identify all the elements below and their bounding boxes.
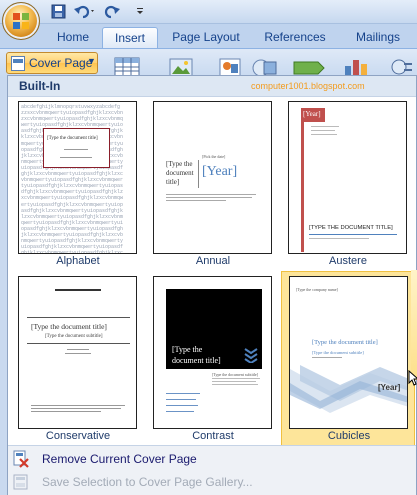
contrast-thumbnail: [Type the document title] [Type the docu…: [153, 276, 272, 429]
conservative-text-line: [65, 353, 91, 354]
cubicles-thumbnail: [Type the company name] [Type the docume…: [289, 276, 408, 429]
annual-text-line: [166, 197, 252, 198]
alphabet-title-box: [Type the document title]: [43, 128, 110, 168]
austere-side-bar: [301, 122, 304, 252]
annual-title-line-2: document: [166, 169, 194, 177]
cubicles-year-text: [Year]: [378, 383, 401, 392]
gallery-footer-menu: Remove Current Cover Page Save Selection…: [8, 445, 416, 495]
annual-title-line-1: [Type the: [166, 160, 193, 168]
cover-option-label: Alphabet: [56, 255, 100, 267]
cubicles-subtitle-text: [Type the document subtitle]: [312, 350, 364, 355]
austere-thumbnail: [Year] [TYPE THE DOCUMENT TITLE]: [288, 101, 407, 254]
alphabet-texture: abcdefghijklmnopqrstuvwxyzabcdefg zzsxcv…: [21, 104, 124, 254]
mouse-cursor-icon: [408, 370, 417, 386]
conservative-text-line: [31, 411, 101, 412]
cover-option-austere[interactable]: [Year] [TYPE THE DOCUMENT TITLE] Austere: [285, 98, 411, 270]
contrast-title-line-2: document title]: [172, 356, 221, 365]
conservative-subtitle-text: [Type the document subtitle]: [45, 334, 103, 339]
annual-date-text: [Pick the date]: [202, 154, 226, 159]
annual-divider: [198, 160, 199, 188]
tab-insert[interactable]: Insert: [102, 27, 158, 48]
gallery-section-title: Built-In: [19, 79, 61, 93]
contrast-text-line: [166, 405, 198, 406]
save-to-gallery-icon: [13, 474, 28, 490]
cover-option-label: Contrast: [192, 430, 234, 442]
watermark-text: computer1001.blogspot.com: [251, 81, 365, 91]
contrast-text-line: [166, 399, 196, 400]
cover-page-button[interactable]: Cover Page ▼: [6, 52, 98, 74]
conservative-text-line: [67, 349, 89, 350]
austere-text-line: [311, 126, 339, 127]
cover-option-cubicles[interactable]: [Type the company name] [Type the docume…: [281, 271, 415, 447]
annual-thumbnail: [Pick the date] [Type the document title…: [153, 101, 272, 254]
austere-text-line: [309, 238, 369, 239]
remove-cover-page-label: Remove Current Cover Page: [42, 452, 197, 466]
contrast-text-line: [212, 378, 260, 379]
conservative-text-line: [31, 408, 121, 409]
save-icon[interactable]: [50, 3, 68, 20]
annual-title-line-3: title]: [166, 178, 180, 186]
cover-page-label: Cover Page: [29, 56, 93, 70]
conservative-rule: [27, 343, 130, 344]
tab-page-layout[interactable]: Page Layout: [166, 27, 246, 48]
cover-option-contrast[interactable]: [Type the document title] [Type the docu…: [150, 273, 276, 445]
tab-mailings[interactable]: Mailings: [342, 27, 414, 48]
annual-text-line: [166, 200, 226, 201]
cover-option-alphabet[interactable]: abcdefghijklmnopqrstuvwxyzabcdefg zzsxcv…: [15, 98, 141, 270]
contrast-black-block: [Type the document title]: [166, 289, 262, 369]
alphabet-title-text: [Type the document title]: [47, 136, 98, 141]
alphabet-rule: [64, 149, 88, 150]
cover-option-label: Cubicles: [327, 430, 371, 442]
conservative-rule: [27, 317, 130, 318]
tab-home[interactable]: Home: [50, 27, 96, 48]
contrast-text-line: [212, 384, 258, 385]
cubicles-company-text: [Type the company name]: [296, 287, 338, 292]
remove-page-icon: [13, 450, 29, 468]
contrast-text-line: [166, 393, 200, 394]
redo-icon[interactable]: [104, 3, 122, 20]
cover-option-label: Austere: [329, 255, 367, 267]
conservative-title-text: [Type the document title]: [31, 322, 107, 331]
dropdown-arrow-icon: ▼: [87, 56, 96, 66]
tab-references[interactable]: References: [256, 27, 334, 48]
austere-accent-line: [309, 234, 397, 235]
chevrons-icon: [244, 348, 258, 363]
contrast-text-line: [212, 381, 256, 382]
cubicles-text-line: [312, 357, 342, 358]
cover-option-conservative[interactable]: [Type the document title] [Type the docu…: [15, 273, 141, 445]
cover-option-annual[interactable]: [Pick the date] [Type the document title…: [150, 98, 276, 270]
annual-year-text: [Year]: [202, 164, 238, 179]
conservative-company-line: [55, 289, 101, 291]
cover-option-label: Conservative: [45, 430, 111, 442]
remove-cover-page-item[interactable]: Remove Current Cover Page: [8, 447, 416, 471]
austere-year-text: [Year]: [303, 110, 321, 118]
save-selection-item[interactable]: Save Selection to Cover Page Gallery...: [8, 470, 416, 494]
conservative-thumbnail: [Type the document title] [Type the docu…: [18, 276, 137, 429]
cover-page-icon: [11, 56, 25, 71]
ribbon-tab-bar: Home Insert Page Layout References Maili…: [0, 24, 417, 48]
gallery-header: Built-In computer1001.blogspot.com: [8, 76, 416, 97]
contrast-title-line-1: [Type the: [172, 345, 203, 354]
undo-icon[interactable]: [72, 3, 98, 20]
office-logo-icon: [13, 13, 29, 29]
gallery-resize-edge[interactable]: [411, 270, 417, 380]
conservative-text-line: [31, 405, 125, 406]
alphabet-rule: [60, 157, 92, 158]
alphabet-thumbnail: abcdefghijklmnopqrstuvwxyzabcdefg zzsxcv…: [18, 101, 137, 254]
austere-year-block: [Year]: [301, 108, 325, 122]
contrast-text-line: [166, 411, 194, 412]
austere-text-line: [311, 130, 335, 131]
austere-text-line: [311, 134, 337, 135]
contrast-subtitle-text: [Type the document subtitle]: [212, 372, 259, 377]
save-selection-label: Save Selection to Cover Page Gallery...: [42, 475, 253, 489]
annual-text-line: [166, 194, 256, 195]
customize-qat-icon[interactable]: [135, 3, 145, 20]
office-button[interactable]: [2, 2, 40, 40]
austere-title-text: [TYPE THE DOCUMENT TITLE]: [309, 225, 393, 231]
cover-option-label: Annual: [195, 255, 231, 267]
cover-page-gallery: Built-In computer1001.blogspot.com abcde…: [7, 75, 417, 495]
cubicles-title-text: [Type the document title]: [312, 339, 378, 346]
